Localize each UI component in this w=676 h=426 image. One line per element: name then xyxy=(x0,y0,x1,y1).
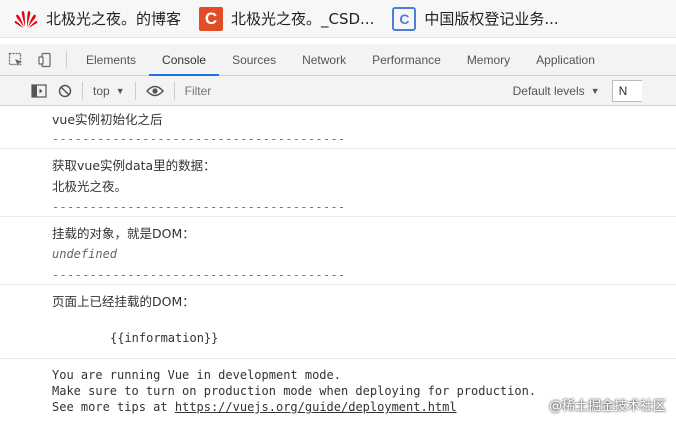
console-separator: --------------------------------------- xyxy=(52,200,346,214)
tab-performance[interactable]: Performance xyxy=(359,44,454,75)
divider xyxy=(173,81,175,100)
huawei-icon xyxy=(14,7,38,31)
bookmark-label: 北极光之夜。_CSD... xyxy=(231,10,375,28)
copyright-icon: C xyxy=(392,6,417,31)
console-message: See more tips at https://vuejs.org/guide… xyxy=(52,400,457,414)
bookmark-label: 中国版权登记业务... xyxy=(424,10,559,28)
partial-settings-box[interactable]: N xyxy=(611,79,642,102)
deployment-link[interactable]: https://vuejs.org/guide/deployment.html xyxy=(175,400,457,414)
watermark: @稀土掘金技术社区 xyxy=(548,399,666,414)
clear-console-icon[interactable] xyxy=(52,76,78,106)
bookmark-copyright[interactable]: C 中国版权登记业务... xyxy=(392,0,576,38)
console-message: You are running Vue in development mode. xyxy=(52,368,341,382)
console-separator: --------------------------------------- xyxy=(52,132,346,146)
console-message: 挂载的对象，就是DOM： xyxy=(52,226,195,241)
dropdown-arrow-icon: ▼ xyxy=(115,85,125,96)
tab-sources[interactable]: Sources xyxy=(219,44,289,75)
console-message: 北极光之夜。 xyxy=(52,179,128,194)
console-output: vue实例初始化之后 -----------------------------… xyxy=(0,106,676,426)
bookmark-csdn[interactable]: C 北极光之夜。_CSD... xyxy=(199,0,392,38)
filter-input[interactable] xyxy=(178,79,509,102)
device-toolbar-icon[interactable] xyxy=(32,44,60,75)
tab-elements[interactable]: Elements xyxy=(73,44,149,75)
console-message: 获取vue实例data里的数据： xyxy=(52,158,216,173)
row-divider xyxy=(0,216,676,217)
tab-console[interactable]: Console xyxy=(149,44,220,76)
row-divider xyxy=(0,148,676,149)
console-message: vue实例初始化之后 xyxy=(52,112,163,127)
context-select[interactable]: top ▼ xyxy=(87,84,131,98)
bookmark-label: 北极光之夜。的博客 xyxy=(46,10,182,28)
console-value-undefined: undefined xyxy=(52,247,118,261)
dropdown-arrow-icon: ▼ xyxy=(590,85,600,96)
bookmarks-bar: 北极光之夜。的博客 C 北极光之夜。_CSD... C 中国版权登记业务... xyxy=(0,0,676,38)
eye-icon[interactable] xyxy=(140,76,170,106)
divider xyxy=(134,81,136,100)
devtools-tab-bar: Elements Console Sources Network Perform… xyxy=(0,44,676,76)
console-message: Make sure to turn on production mode whe… xyxy=(52,384,537,398)
tab-application[interactable]: Application xyxy=(523,44,608,75)
tab-network[interactable]: Network xyxy=(289,44,359,75)
inspect-element-icon[interactable] xyxy=(0,44,32,75)
tab-memory[interactable]: Memory xyxy=(454,44,523,75)
csdn-icon: C xyxy=(199,6,224,31)
row-divider xyxy=(0,284,676,285)
console-toolbar: top ▼ Default levels ▼ N xyxy=(0,76,676,106)
bookmark-blog[interactable]: 北极光之夜。的博客 xyxy=(14,0,199,38)
console-separator: --------------------------------------- xyxy=(52,268,346,282)
console-message: 页面上已经挂载的DOM： xyxy=(52,294,195,309)
divider xyxy=(82,81,83,100)
row-divider xyxy=(0,358,676,359)
log-levels-select[interactable]: Default levels ▼ xyxy=(513,84,600,98)
show-sidebar-icon[interactable] xyxy=(26,76,52,106)
console-dom-output[interactable]: {{information}} xyxy=(110,331,218,345)
divider xyxy=(66,51,67,68)
